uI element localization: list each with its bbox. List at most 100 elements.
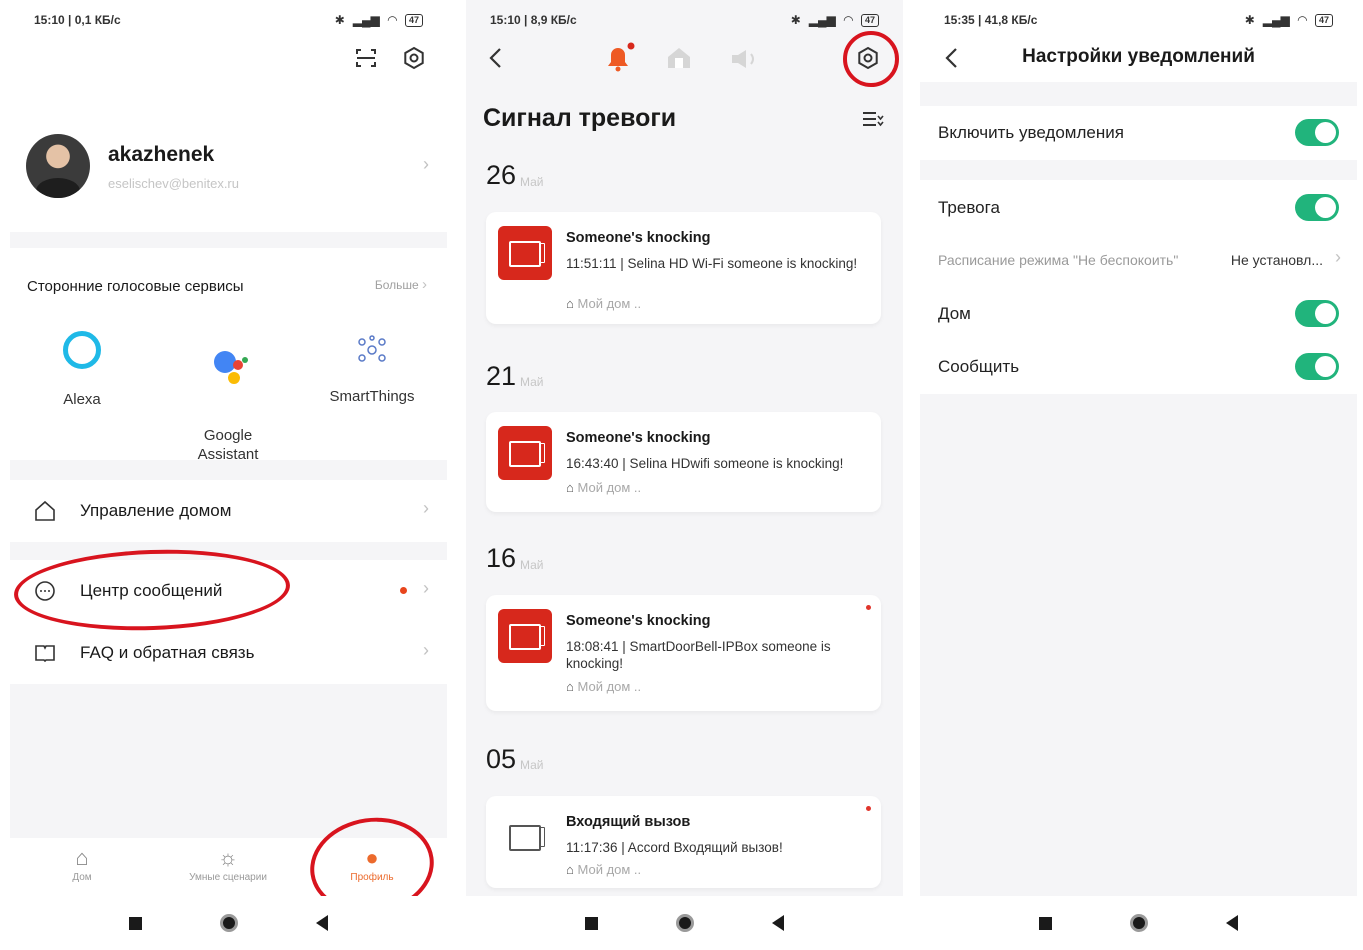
profile-screen: 15:10 | 0,1 КБ/с ✱ ▂▄▆ ◠ 47 akazhenek es…	[10, 0, 447, 950]
home-nav-icon[interactable]	[220, 914, 238, 932]
scan-icon[interactable]	[354, 46, 378, 70]
voice-services-title: Сторонние голосовые сервисы	[27, 278, 244, 295]
alarm-screen: 15:10 | 8,9 КБ/с ✱ ▂▄▆ ◠ 47 Сигнал трево…	[466, 0, 903, 950]
user-email: eselischev@benitex.ru	[108, 176, 239, 191]
service-label: SmartThings	[329, 388, 415, 405]
setting-label: Тревога	[938, 198, 1000, 217]
back-arrow-icon[interactable]	[486, 46, 506, 70]
chevron-right-icon: ›	[1335, 247, 1341, 267]
bluetooth-icon: ✱	[334, 13, 345, 27]
home-alarm-icon[interactable]	[666, 46, 692, 70]
bell-icon[interactable]	[604, 42, 638, 72]
service-smartthings[interactable]: SmartThings	[312, 328, 432, 405]
date-day: 05	[486, 744, 517, 774]
tab-home[interactable]: ⌂ Дом	[22, 844, 142, 883]
status-bar: 15:35 | 41,8 КБ/с ✱ ▂▄▆ ◠ 47	[920, 0, 1357, 40]
service-google-assistant[interactable]: Google Assistant	[168, 328, 288, 483]
unread-dot	[866, 605, 871, 610]
house-icon: ⌂	[566, 679, 574, 694]
alarm-card[interactable]: Someone's knocking 18:08:41 | SmartDoorB…	[486, 595, 881, 711]
recent-apps-icon[interactable]	[1039, 916, 1052, 930]
setting-home: Дом	[920, 288, 1357, 340]
home-nav-icon[interactable]	[676, 914, 694, 932]
tab-scenes[interactable]: ☼ Умные сценарии	[168, 844, 288, 883]
speaker-icon[interactable]	[730, 48, 760, 70]
setting-label: Дом	[938, 304, 971, 323]
service-alexa[interactable]: Alexa	[22, 328, 142, 408]
enable-notifications-toggle[interactable]	[1295, 119, 1339, 146]
card-message: 11:51:11 | Selina HD Wi-Fi someone is kn…	[566, 256, 858, 271]
page-title: Сигнал тревоги	[483, 104, 677, 132]
menu-label: Управление домом	[80, 501, 232, 520]
date-day: 21	[486, 361, 517, 391]
card-message: 11:17:36 | Accord Входящий вызов!	[566, 840, 783, 855]
alarm-card[interactable]: Входящий вызов 11:17:36 | Accord Входящи…	[486, 796, 881, 888]
wifi-icon: ◠	[843, 13, 853, 27]
bluetooth-icon: ✱	[1244, 13, 1255, 27]
card-home-label: ⌂ Мой дом ..	[566, 679, 642, 694]
alarm-toggle[interactable]	[1295, 194, 1339, 221]
intercom-icon	[498, 226, 552, 280]
intercom-icon	[498, 426, 552, 480]
notify-toggle[interactable]	[1295, 353, 1339, 380]
card-home-label: ⌂ Мой дом ..	[566, 862, 642, 877]
voice-services-section: Сторонние голосовые сервисы Больше › Ale…	[10, 248, 447, 463]
system-nav-bar	[466, 896, 903, 950]
notification-settings-screen: 15:35 | 41,8 КБ/с ✱ ▂▄▆ ◠ 47 Настройки у…	[920, 0, 1357, 950]
highlight-circle	[843, 31, 899, 87]
house-icon: ⌂	[566, 862, 574, 877]
bluetooth-icon: ✱	[790, 13, 801, 27]
house-icon: ⌂	[566, 296, 574, 311]
house-icon: ⌂	[566, 480, 574, 495]
chevron-right-icon[interactable]: ›	[423, 154, 429, 175]
avatar[interactable]	[26, 134, 90, 198]
date-month: Май	[520, 758, 544, 772]
wifi-icon: ◠	[387, 13, 397, 27]
google-assistant-icon	[206, 347, 250, 391]
filter-list-icon[interactable]	[862, 110, 884, 130]
alarm-card[interactable]: Someone's knocking 11:51:11 | Selina HD …	[486, 212, 881, 324]
date-month: Май	[520, 375, 544, 389]
system-nav-bar	[920, 896, 1357, 950]
voice-services-more-link[interactable]: Больше ›	[375, 276, 427, 293]
chevron-right-icon: ›	[422, 276, 427, 293]
setting-notify: Сообщить	[920, 341, 1357, 393]
status-time: 15:10 | 0,1 КБ/с	[34, 13, 121, 27]
tab-label: Дом	[72, 872, 92, 883]
setting-do-not-disturb-schedule[interactable]: Расписание режима "Не беспокоить" Не уст…	[920, 238, 1357, 280]
back-nav-icon[interactable]	[1226, 915, 1238, 931]
status-bar: 15:10 | 0,1 КБ/с ✱ ▂▄▆ ◠ 47	[10, 0, 447, 40]
back-nav-icon[interactable]	[772, 915, 784, 931]
signal-icon: ▂▄▆	[808, 13, 836, 27]
username[interactable]: akazhenek	[108, 143, 214, 167]
back-nav-icon[interactable]	[316, 915, 328, 931]
alarm-card[interactable]: Someone's knocking 16:43:40 | Selina HDw…	[486, 412, 881, 512]
service-label: Alexa	[63, 391, 101, 408]
chevron-right-icon: ›	[423, 640, 429, 660]
settings-icon[interactable]	[402, 46, 426, 70]
menu-faq[interactable]: FAQ и обратная связь ›	[10, 622, 447, 684]
settings-section-details: Тревога Расписание режима "Не беспокоить…	[920, 180, 1357, 394]
chevron-right-icon: ›	[423, 578, 429, 598]
battery-icon: 47	[1314, 13, 1333, 27]
battery-icon: 47	[404, 13, 423, 27]
page-title: Настройки уведомлений	[1022, 46, 1255, 67]
signal-icon: ▂▄▆	[352, 13, 380, 27]
date-day: 26	[486, 160, 517, 190]
house-icon	[35, 500, 55, 521]
sun-icon: ☼	[217, 845, 239, 870]
tab-label: Умные сценарии	[189, 872, 267, 883]
wifi-icon: ◠	[1297, 13, 1307, 27]
service-label: Google Assistant	[197, 427, 259, 463]
smartthings-icon	[350, 328, 394, 372]
home-nav-icon[interactable]	[1130, 914, 1148, 932]
signal-icon: ▂▄▆	[1262, 13, 1290, 27]
recent-apps-icon[interactable]	[585, 916, 598, 930]
date-month: Май	[520, 175, 544, 189]
setting-label: Сообщить	[938, 357, 1020, 376]
menu-label: FAQ и обратная связь	[80, 643, 255, 662]
home-toggle[interactable]	[1295, 300, 1339, 327]
card-home-label: ⌂ Мой дом ..	[566, 296, 642, 311]
menu-home-control[interactable]: Управление домом ›	[10, 480, 447, 542]
recent-apps-icon[interactable]	[129, 916, 142, 930]
